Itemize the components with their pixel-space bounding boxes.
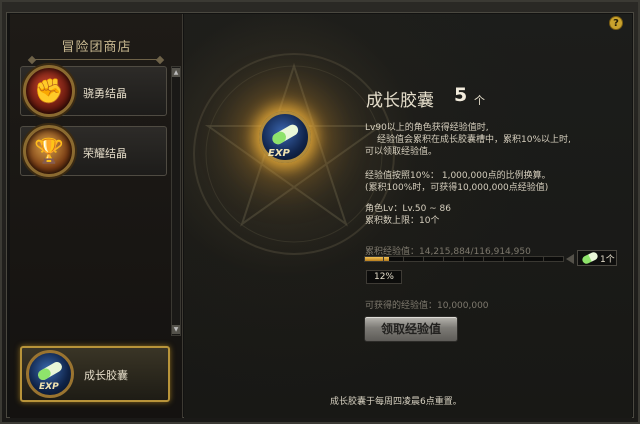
product-count-unit: 个 <box>474 94 485 107</box>
exp-badge-text: EXP <box>39 382 59 392</box>
capsule-count: 1个 <box>600 255 615 265</box>
description-line: (累积100%时，可获得10,000,000点经验值) <box>365 183 549 193</box>
reset-note: 成长胶囊于每周四凌晨6点重置。 <box>330 397 462 407</box>
level-range: 角色Lv：Lv.50 ~ 86 <box>365 204 452 214</box>
sidebar-scrollbar[interactable]: ▲ ▼ <box>171 66 181 336</box>
description-line: 经验值会累积在成长胶囊槽中，累积10%以上时, <box>377 135 571 145</box>
exp-capsule-icon: EXP <box>26 350 74 398</box>
shop-item-label: 荣耀结晶 <box>83 147 127 160</box>
capsule-count-box: 1个 <box>577 250 617 266</box>
exp-badge-label: EXP <box>268 148 290 159</box>
claim-exp-button[interactable]: 领取经验值 <box>364 316 458 342</box>
shop-item-label: 骁勇结晶 <box>83 87 127 100</box>
shop-item-valor-crystal[interactable]: ✊ 骁勇结晶 <box>20 65 167 117</box>
obtainable-exp-label: 可获得的经验值：10,000,000 <box>365 301 489 311</box>
shop-title: 冒险团商店 <box>61 40 132 55</box>
shop-item-honor-crystal[interactable]: 🏆 荣耀结晶 <box>20 125 167 177</box>
progress-arrow-icon <box>566 254 574 264</box>
scroll-down-button[interactable]: ▼ <box>172 325 180 334</box>
description-line: 经验值按照10%： 1,000,000点的比例换算。 <box>365 171 551 181</box>
progress-percent: 12% <box>366 270 402 284</box>
exp-progress-fill <box>365 257 389 261</box>
scroll-up-button[interactable]: ▲ <box>172 68 180 77</box>
fist-icon: ✊ <box>23 65 75 117</box>
description-line: 可以领取经验值。 <box>365 147 438 157</box>
product-title: 成长胶囊 <box>366 91 434 111</box>
accumulation-limit: 累积数上限：10个 <box>365 216 440 226</box>
selected-item-growth-capsule[interactable]: EXP 成长胶囊 <box>20 346 170 402</box>
selected-item-label: 成长胶囊 <box>84 369 128 382</box>
description-line: Lv90以上的角色获得经验值时, <box>365 123 489 133</box>
capsule-small-icon <box>581 250 599 266</box>
help-icon[interactable]: ? <box>609 16 623 30</box>
product-count: 5 <box>454 84 468 106</box>
exp-progress-bar <box>364 256 564 262</box>
trophy-icon: 🏆 <box>23 125 75 177</box>
title-divider <box>32 54 160 60</box>
capsule-icon: EXP <box>38 362 62 392</box>
